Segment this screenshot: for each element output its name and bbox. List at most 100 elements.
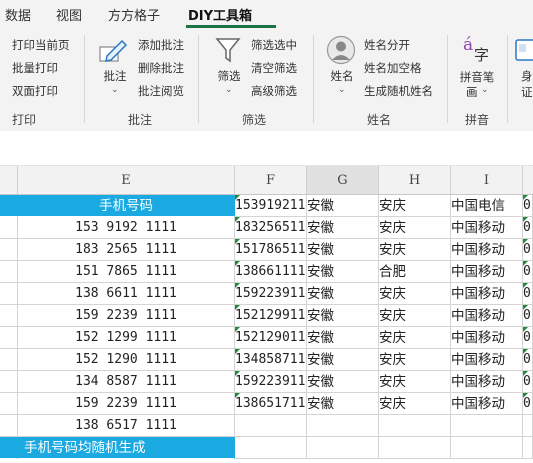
cell[interactable]: [235, 437, 307, 459]
cell[interactable]: [523, 415, 533, 437]
phone-cell[interactable]: 159 2239 1111: [18, 305, 235, 327]
cell[interactable]: [307, 437, 379, 459]
delete-comment-button[interactable]: 删除批注: [138, 61, 184, 75]
province-cell[interactable]: 安徽: [307, 239, 379, 261]
cell[interactable]: [0, 217, 18, 239]
add-comment-button[interactable]: 添加批注: [138, 38, 184, 52]
tab-view[interactable]: 视图: [56, 5, 82, 24]
cell[interactable]: [307, 415, 379, 437]
extra-cell[interactable]: 0: [523, 195, 533, 217]
phone-digits-cell[interactable]: 151786511: [235, 239, 307, 261]
cell[interactable]: [0, 261, 18, 283]
carrier-cell[interactable]: 中国移动: [451, 349, 523, 371]
city-cell[interactable]: 安庆: [379, 239, 451, 261]
cell[interactable]: [0, 437, 18, 459]
city-cell[interactable]: 安庆: [379, 327, 451, 349]
column-header-g[interactable]: G: [307, 166, 379, 194]
carrier-cell[interactable]: 中国移动: [451, 393, 523, 415]
province-cell[interactable]: 安徽: [307, 261, 379, 283]
phone-cell[interactable]: 152 1290 1111: [18, 349, 235, 371]
cell[interactable]: [451, 415, 523, 437]
cell[interactable]: [0, 371, 18, 393]
phone-cell[interactable]: 151 7865 1111: [18, 261, 235, 283]
phone-digits-cell[interactable]: 153919211: [235, 195, 307, 217]
pinyin-stroke-button[interactable]: 拼音笔: [455, 70, 499, 84]
carrier-cell[interactable]: 中国移动: [451, 283, 523, 305]
generate-random-name-button[interactable]: 生成随机姓名: [364, 84, 433, 98]
chevron-down-icon[interactable]: ⌄: [111, 85, 119, 95]
carrier-cell[interactable]: 中国电信: [451, 195, 523, 217]
name-add-space-button[interactable]: 姓名加空格: [364, 61, 422, 75]
cell[interactable]: [0, 415, 18, 437]
comment-button[interactable]: 批注: [100, 69, 130, 83]
phone-digits-cell[interactable]: 138651711: [235, 393, 307, 415]
chevron-down-icon[interactable]: ⌄: [225, 85, 233, 95]
chevron-down-icon[interactable]: ⌄: [338, 85, 346, 95]
phone-digits-cell[interactable]: 152129011: [235, 327, 307, 349]
province-cell[interactable]: 安徽: [307, 393, 379, 415]
clear-filter-button[interactable]: 清空筛选: [251, 61, 297, 75]
extra-cell[interactable]: 0: [523, 393, 533, 415]
city-cell[interactable]: 安庆: [379, 393, 451, 415]
review-comments-button[interactable]: 批注阅览: [138, 84, 184, 98]
cell[interactable]: [0, 327, 18, 349]
id-card-button-line2[interactable]: 证: [521, 85, 533, 99]
province-cell[interactable]: 安徽: [307, 371, 379, 393]
city-cell[interactable]: 安庆: [379, 195, 451, 217]
pinyin-stroke-button-line2[interactable]: 画: [466, 85, 478, 99]
batch-print-button[interactable]: 批量打印: [12, 61, 58, 75]
extra-cell[interactable]: 0: [523, 283, 533, 305]
extra-cell[interactable]: 0: [523, 217, 533, 239]
note-cell[interactable]: 手机号码均随机生成: [18, 437, 235, 459]
province-cell[interactable]: 安徽: [307, 305, 379, 327]
column-header-i[interactable]: I: [451, 166, 523, 194]
print-current-page-button[interactable]: 打印当前页: [12, 38, 70, 52]
cell[interactable]: [0, 349, 18, 371]
city-cell[interactable]: 安庆: [379, 349, 451, 371]
tab-diy-toolbox[interactable]: DIY工具箱: [188, 5, 252, 24]
cell[interactable]: [523, 437, 533, 459]
phone-cell[interactable]: 138 6517 1111: [18, 415, 235, 437]
phone-cell[interactable]: 138 6611 1111: [18, 283, 235, 305]
cell[interactable]: [0, 283, 18, 305]
cell[interactable]: [451, 437, 523, 459]
city-cell[interactable]: 安庆: [379, 305, 451, 327]
phone-digits-cell[interactable]: 134858711: [235, 349, 307, 371]
phone-cell[interactable]: 152 1299 1111: [18, 327, 235, 349]
column-header-partial[interactable]: [0, 166, 18, 194]
phone-cell[interactable]: 134 8587 1111: [18, 371, 235, 393]
carrier-cell[interactable]: 中国移动: [451, 371, 523, 393]
column-header-partial[interactable]: [523, 166, 533, 194]
province-cell[interactable]: 安徽: [307, 195, 379, 217]
formula-bar[interactable]: [0, 131, 533, 166]
tab-fangfang[interactable]: 方方格子: [108, 5, 160, 24]
carrier-cell[interactable]: 中国移动: [451, 305, 523, 327]
phone-digits-cell[interactable]: 152129911: [235, 305, 307, 327]
cell[interactable]: [379, 415, 451, 437]
carrier-cell[interactable]: 中国移动: [451, 239, 523, 261]
column-header-e[interactable]: E: [18, 166, 235, 194]
carrier-cell[interactable]: 中国移动: [451, 261, 523, 283]
extra-cell[interactable]: 0: [523, 371, 533, 393]
chevron-down-icon[interactable]: ⌄: [481, 85, 489, 95]
phone-digits-cell[interactable]: 159223911: [235, 371, 307, 393]
cell[interactable]: [0, 239, 18, 261]
extra-cell[interactable]: 0: [523, 327, 533, 349]
phone-cell[interactable]: 159 2239 1111: [18, 393, 235, 415]
province-cell[interactable]: 安徽: [307, 327, 379, 349]
name-button[interactable]: 姓名: [327, 69, 357, 83]
city-cell[interactable]: 安庆: [379, 217, 451, 239]
extra-cell[interactable]: 0: [523, 261, 533, 283]
duplex-print-button[interactable]: 双面打印: [12, 84, 58, 98]
phone-digits-cell[interactable]: 183256511: [235, 217, 307, 239]
carrier-cell[interactable]: 中国移动: [451, 217, 523, 239]
split-name-button[interactable]: 姓名分开: [364, 38, 410, 52]
city-cell[interactable]: 合肥: [379, 261, 451, 283]
extra-cell[interactable]: 0: [523, 349, 533, 371]
column-header-h[interactable]: H: [379, 166, 451, 194]
extra-cell[interactable]: 0: [523, 239, 533, 261]
cell[interactable]: [235, 415, 307, 437]
carrier-cell[interactable]: 中国移动: [451, 327, 523, 349]
phone-cell[interactable]: 153 9192 1111: [18, 217, 235, 239]
filter-selected-button[interactable]: 筛选选中: [251, 38, 297, 52]
